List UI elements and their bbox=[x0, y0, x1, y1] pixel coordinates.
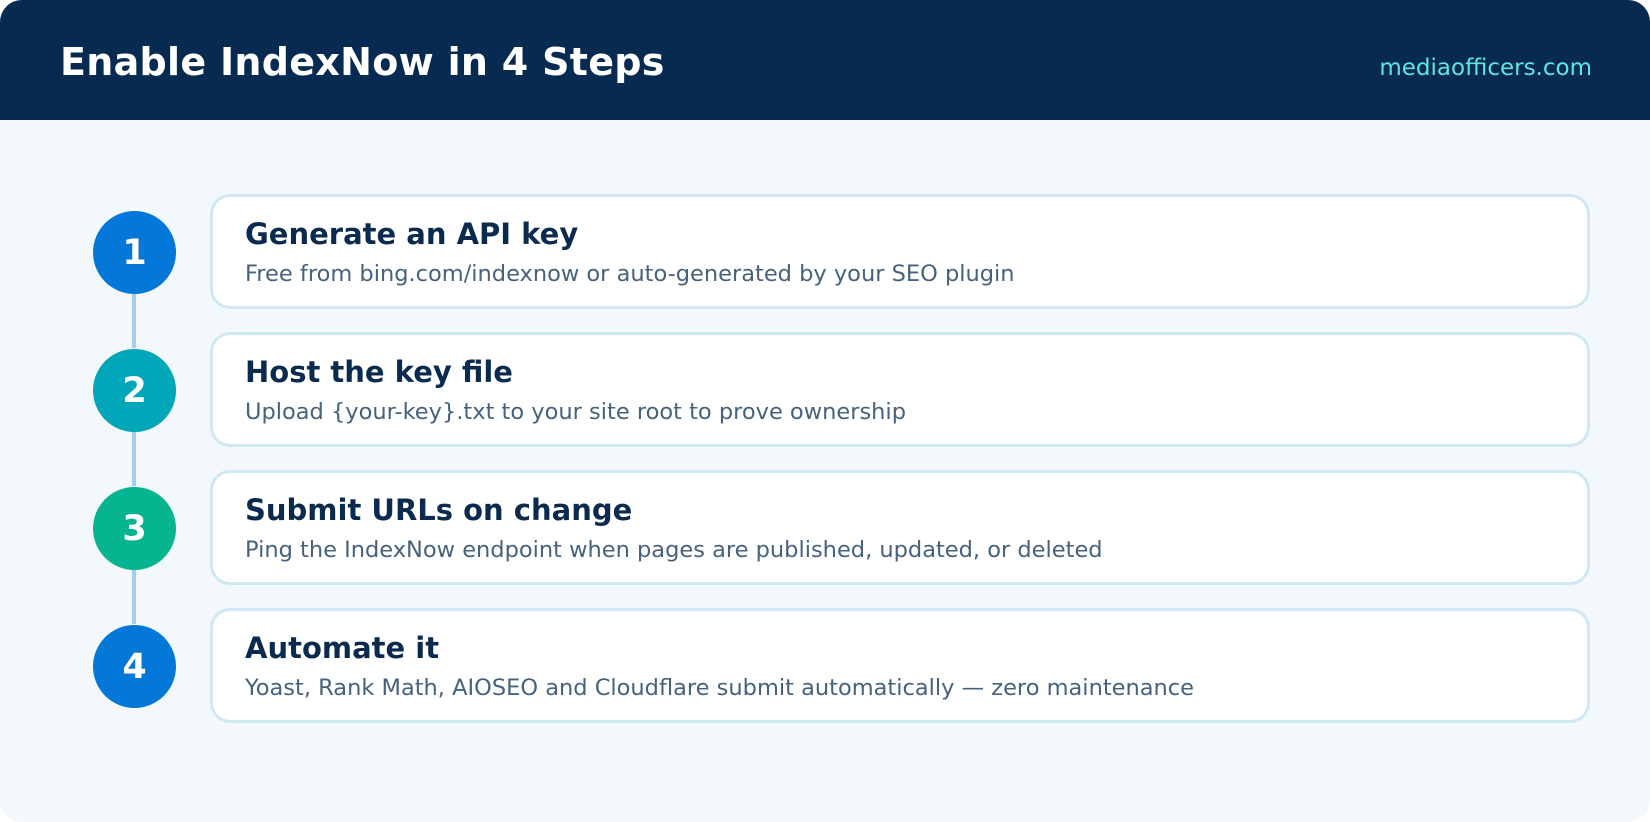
step-3-card: Submit URLs on change Ping the IndexNow … bbox=[210, 470, 1590, 585]
step-2-number: 2 bbox=[122, 370, 147, 411]
infographic-canvas: Enable IndexNow in 4 Steps mediaofficers… bbox=[0, 0, 1650, 822]
step-4-number-badge: 4 bbox=[93, 625, 176, 708]
step-1-number: 1 bbox=[122, 232, 147, 273]
step-4-description: Yoast, Rank Math, AIOSEO and Cloudflare … bbox=[245, 675, 1195, 701]
site-domain: mediaofficers.com bbox=[1379, 55, 1592, 81]
page-title: Enable IndexNow in 4 Steps bbox=[60, 40, 665, 84]
step-3-title: Submit URLs on change bbox=[245, 493, 633, 527]
step-connector-1-2 bbox=[132, 292, 136, 348]
header-bar: Enable IndexNow in 4 Steps mediaofficers… bbox=[0, 0, 1650, 120]
step-3-number-badge: 3 bbox=[93, 487, 176, 570]
step-connector-2-3 bbox=[132, 430, 136, 486]
step-2-card: Host the key file Upload {your-key}.txt … bbox=[210, 332, 1590, 447]
step-2-title: Host the key file bbox=[245, 355, 513, 389]
step-2-description: Upload {your-key}.txt to your site root … bbox=[245, 399, 906, 425]
step-4-title: Automate it bbox=[245, 631, 440, 665]
step-4-number: 4 bbox=[122, 646, 147, 687]
step-1-description: Free from bing.com/indexnow or auto-gene… bbox=[245, 261, 1015, 287]
step-4-card: Automate it Yoast, Rank Math, AIOSEO and… bbox=[210, 608, 1590, 723]
step-1-card: Generate an API key Free from bing.com/i… bbox=[210, 194, 1590, 309]
step-2-number-badge: 2 bbox=[93, 349, 176, 432]
step-connector-3-4 bbox=[132, 568, 136, 624]
step-3-description: Ping the IndexNow endpoint when pages ar… bbox=[245, 537, 1103, 563]
step-1-title: Generate an API key bbox=[245, 217, 579, 251]
step-1-number-badge: 1 bbox=[93, 211, 176, 294]
step-3-number: 3 bbox=[122, 508, 147, 549]
